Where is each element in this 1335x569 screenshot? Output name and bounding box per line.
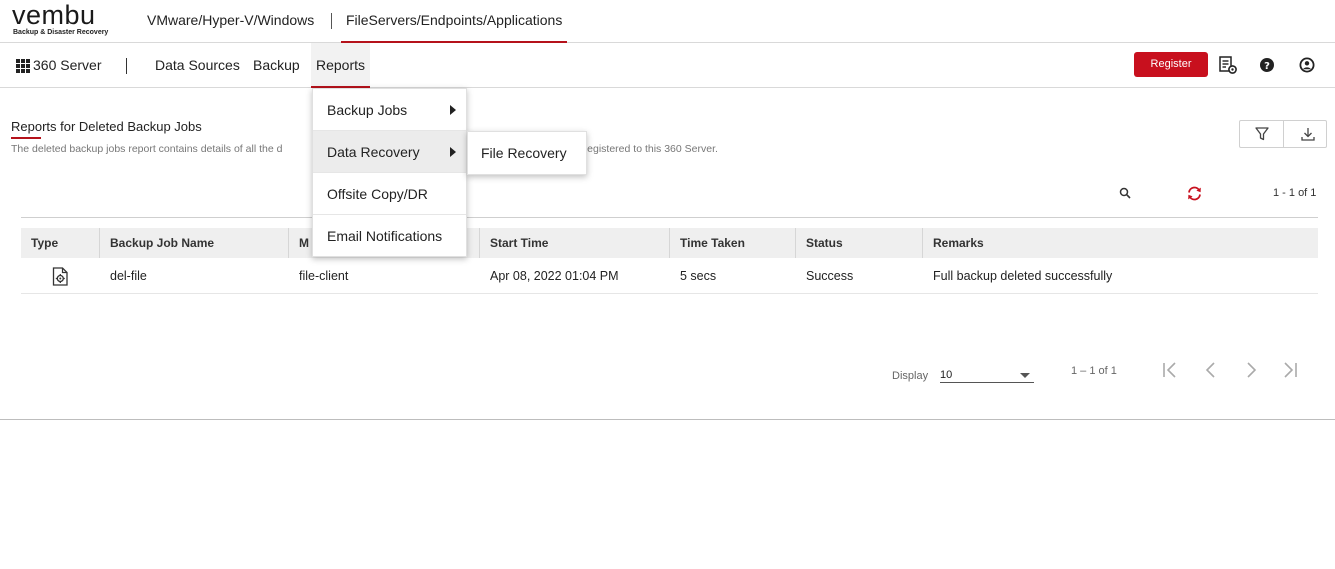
menu-item-data-recovery[interactable]: Data Recovery <box>313 131 466 173</box>
page-description: The deleted backup jobs report contains … <box>11 143 718 155</box>
register-button[interactable]: Register <box>1134 52 1208 77</box>
nav-data-sources[interactable]: Data Sources <box>155 57 240 73</box>
top-bar: vembu Backup & Disaster Recovery VMware/… <box>0 0 1335 43</box>
submenu-item-file-recovery[interactable]: File Recovery <box>468 132 586 174</box>
cell-start-time: Apr 08, 2022 01:04 PM <box>490 269 619 283</box>
page-description-start: The deleted backup jobs report contains … <box>11 143 283 155</box>
filter-icon[interactable] <box>1254 126 1270 142</box>
download-icon[interactable] <box>1300 126 1316 142</box>
logo-text: vembu <box>12 0 96 30</box>
logo-tagline: Backup & Disaster Recovery <box>13 29 109 36</box>
file-backup-icon <box>52 267 68 286</box>
next-page-icon[interactable] <box>1242 361 1260 379</box>
data-recovery-submenu: File Recovery <box>467 131 587 175</box>
refresh-icon[interactable] <box>1186 185 1203 202</box>
svg-text:?: ? <box>1264 61 1270 72</box>
nav-separator <box>126 58 127 74</box>
deleted-jobs-table: Type Backup Job Name M Start Time Time T… <box>21 228 1318 294</box>
content-bottom-border <box>0 419 1335 420</box>
action-divider <box>1283 121 1284 147</box>
page-size-select[interactable]: 10 <box>940 369 1034 383</box>
cell-status: Success <box>806 269 854 283</box>
caret-right-icon <box>450 105 456 115</box>
reports-dropdown-menu: Backup Jobs Data Recovery Offsite Copy/D… <box>312 88 467 257</box>
menu-item-email-notifications[interactable]: Email Notifications <box>313 215 466 257</box>
pager-display-label: Display <box>892 370 929 382</box>
toolbar-divider <box>21 217 1318 218</box>
product-tab-fileservers[interactable]: FileServers/Endpoints/Applications <box>341 0 568 43</box>
cell-job-name: del-file <box>110 269 147 283</box>
help-icon[interactable]: ? <box>1259 57 1275 73</box>
caret-down-icon <box>1020 373 1030 378</box>
menu-item-backup-jobs[interactable]: Backup Jobs <box>313 89 466 131</box>
column-header-start-time[interactable]: Start Time <box>480 228 670 258</box>
nav-reports[interactable]: Reports <box>311 43 371 88</box>
server-label[interactable]: 360 Server <box>33 57 101 73</box>
product-tab-divider <box>331 13 332 29</box>
record-count: 1 - 1 of 1 <box>1273 187 1317 199</box>
table-header: Type Backup Job Name M Start Time Time T… <box>21 228 1318 258</box>
report-settings-icon[interactable] <box>1218 55 1238 75</box>
cell-time-taken: 5 secs <box>680 269 717 283</box>
nav-bar: 360 Server Data Sources Backup Reports R… <box>0 43 1335 88</box>
column-header-status[interactable]: Status <box>796 228 923 258</box>
search-icon[interactable] <box>1119 187 1131 199</box>
menu-item-label: Backup Jobs <box>327 102 408 118</box>
column-header-remarks[interactable]: Remarks <box>923 228 1318 258</box>
column-header-job-name[interactable]: Backup Job Name <box>100 228 289 258</box>
page-title: Reports for Deleted Backup Jobs <box>11 119 202 134</box>
last-page-icon[interactable] <box>1281 361 1299 379</box>
nav-backup[interactable]: Backup <box>253 57 300 73</box>
cell-machine: file-client <box>299 269 349 283</box>
page-size-value: 10 <box>940 369 953 381</box>
menu-item-label: Data Recovery <box>327 144 420 160</box>
cell-remarks: Full backup deleted successfully <box>933 269 1113 283</box>
column-header-time-taken[interactable]: Time Taken <box>670 228 796 258</box>
previous-page-icon[interactable] <box>1202 361 1220 379</box>
vembu-logo[interactable]: vembu Backup & Disaster Recovery <box>12 0 122 39</box>
report-actions <box>1239 120 1327 148</box>
app-grid-icon[interactable] <box>16 59 30 73</box>
caret-right-icon <box>450 147 456 157</box>
user-icon[interactable] <box>1299 57 1315 73</box>
menu-item-offsite-copy[interactable]: Offsite Copy/DR <box>313 173 466 215</box>
title-underline <box>11 137 41 139</box>
page-description-end: rs registered to this 360 Server. <box>572 143 718 155</box>
product-tab-vmware[interactable]: VMware/Hyper-V/Windows <box>147 0 314 43</box>
column-header-type[interactable]: Type <box>21 228 100 258</box>
first-page-icon[interactable] <box>1161 361 1179 379</box>
pager-count: 1 – 1 of 1 <box>1071 365 1117 377</box>
table-row[interactable]: del-file file-client Apr 08, 2022 01:04 … <box>21 258 1318 294</box>
